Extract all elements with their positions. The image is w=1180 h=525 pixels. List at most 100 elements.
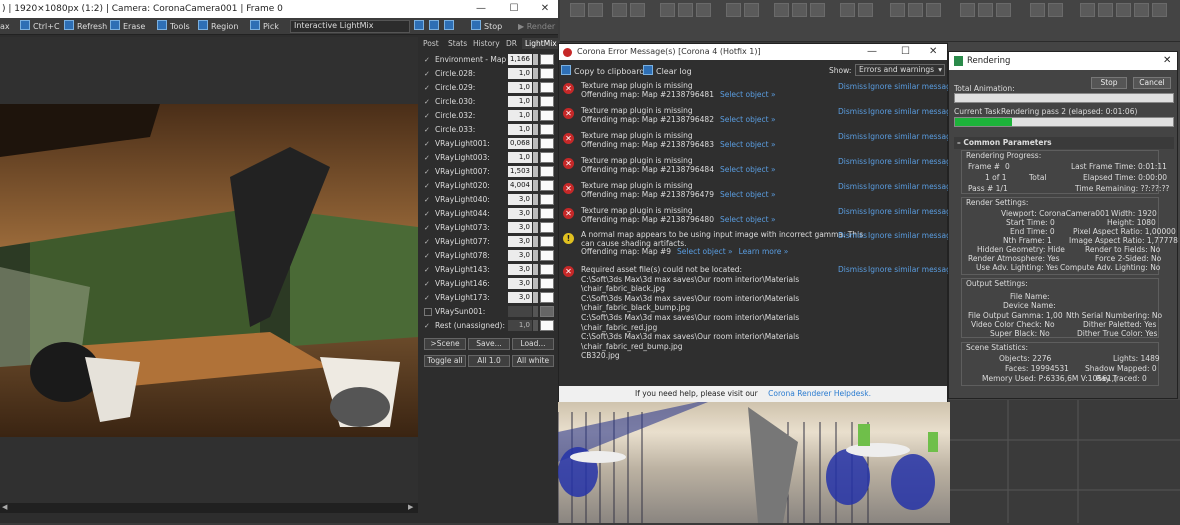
spinner-icon[interactable]: [533, 208, 538, 219]
toolbar-icon[interactable]: [978, 3, 993, 17]
lightmix-value[interactable]: 1,0: [508, 68, 532, 79]
tab-stats[interactable]: Stats: [448, 38, 467, 49]
ignore-similar-link[interactable]: Ignore similar messages: [868, 107, 959, 116]
spinner-icon[interactable]: [533, 320, 538, 331]
minimize-icon[interactable]: —: [867, 44, 877, 60]
color-swatch[interactable]: [540, 180, 554, 191]
maximize-icon[interactable]: ☐: [499, 0, 529, 18]
spinner-icon[interactable]: [533, 292, 538, 303]
toolbar-icon[interactable]: [660, 3, 675, 17]
toolbar-icon[interactable]: [1152, 3, 1167, 17]
color-swatch[interactable]: [540, 292, 554, 303]
dismiss-link[interactable]: Dismiss: [838, 132, 867, 141]
lightmix-value[interactable]: 1,0: [508, 96, 532, 107]
lightmix-value[interactable]: 1,166: [508, 54, 532, 65]
spinner-icon[interactable]: [533, 68, 538, 79]
spinner-icon[interactable]: [533, 166, 538, 177]
toolbar-icon[interactable]: [1030, 3, 1045, 17]
toolbar-icon[interactable]: [774, 3, 789, 17]
spinner-icon[interactable]: [533, 152, 538, 163]
lightmix-checkbox[interactable]: ✓: [424, 70, 432, 78]
lightmix-value[interactable]: 0,068: [508, 138, 532, 149]
tab-history[interactable]: History: [473, 38, 500, 49]
select-object-link[interactable]: Select object »: [720, 190, 776, 199]
lightmix-checkbox[interactable]: ✓: [424, 98, 432, 106]
lightmix-value[interactable]: 1,0: [508, 82, 532, 93]
toolbar-icon[interactable]: [744, 3, 759, 17]
color-swatch[interactable]: [540, 166, 554, 177]
color-swatch[interactable]: [540, 82, 554, 93]
lightmix-checkbox[interactable]: ✓: [424, 322, 432, 330]
dismiss-link[interactable]: Dismiss: [838, 182, 867, 191]
color-swatch[interactable]: [540, 222, 554, 233]
lightmix-value[interactable]: [508, 306, 532, 317]
color-swatch[interactable]: [540, 152, 554, 163]
toolbar-icon[interactable]: [726, 3, 741, 17]
horizontal-scrollbar[interactable]: ◀ ▶: [0, 503, 418, 513]
pick-button[interactable]: Pick: [250, 20, 279, 33]
spinner-icon[interactable]: [533, 138, 538, 149]
lightmix-value[interactable]: 3,0: [508, 194, 532, 205]
lightmix-value[interactable]: 1,0: [508, 320, 532, 331]
zoom-fit-button[interactable]: [444, 20, 457, 33]
lightmix-checkbox[interactable]: ✓: [424, 294, 432, 302]
ignore-similar-link[interactable]: Ignore similar messages: [868, 207, 959, 216]
scroll-left-icon[interactable]: ◀: [2, 503, 7, 511]
all-white-button[interactable]: All white: [512, 355, 554, 367]
lightmix-checkbox[interactable]: ✓: [424, 168, 432, 176]
color-swatch[interactable]: [540, 96, 554, 107]
spinner-icon[interactable]: [533, 180, 538, 191]
select-object-link[interactable]: Select object »: [720, 90, 776, 99]
viewport-right[interactable]: [948, 400, 1180, 523]
lightmix-value[interactable]: 1,0: [508, 152, 532, 163]
lightmix-value[interactable]: 3,0: [508, 292, 532, 303]
spinner-icon[interactable]: [533, 250, 538, 261]
stop-button[interactable]: Stop: [1091, 77, 1127, 89]
spinner-icon[interactable]: [533, 124, 538, 135]
lightmix-checkbox[interactable]: ✓: [424, 154, 432, 162]
refresh-button[interactable]: Refresh: [64, 20, 107, 33]
dismiss-link[interactable]: Dismiss: [838, 82, 867, 91]
toolbar-icon[interactable]: [840, 3, 855, 17]
color-swatch[interactable]: [540, 264, 554, 275]
learn-more-link[interactable]: Learn more »: [739, 247, 789, 256]
select-object-link[interactable]: Select object »: [720, 215, 776, 224]
maximize-icon[interactable]: ☐: [901, 44, 910, 60]
lightmix-checkbox[interactable]: ✓: [424, 224, 432, 232]
clear-log-button[interactable]: Clear log: [643, 65, 692, 76]
spinner-icon[interactable]: [533, 278, 538, 289]
lightmix-checkbox[interactable]: ✓: [424, 280, 432, 288]
minimize-icon[interactable]: —: [466, 0, 496, 18]
lightmix-value[interactable]: 3,0: [508, 250, 532, 261]
ignore-similar-link[interactable]: Ignore similar messages: [868, 82, 959, 91]
ignore-similar-link[interactable]: Ignore similar messages: [868, 132, 959, 141]
toolbar-icon[interactable]: [996, 3, 1011, 17]
region-button[interactable]: Region: [198, 20, 238, 33]
toolbar-icon[interactable]: [678, 3, 693, 17]
lightmix-checkbox[interactable]: ✓: [424, 56, 432, 64]
lightmix-value[interactable]: 1,0: [508, 110, 532, 121]
erase-button[interactable]: Erase: [110, 20, 145, 33]
color-swatch[interactable]: [540, 138, 554, 149]
ignore-similar-link[interactable]: Ignore similar messages: [868, 265, 959, 274]
scroll-right-icon[interactable]: ▶: [408, 503, 413, 511]
tab-post[interactable]: Post: [423, 38, 439, 49]
toolbar-icon[interactable]: [1134, 3, 1149, 17]
color-swatch[interactable]: [540, 54, 554, 65]
toolbar-icon[interactable]: [858, 3, 873, 17]
spinner-icon[interactable]: [533, 222, 538, 233]
zoom-out-button[interactable]: [429, 20, 442, 33]
toolbar-icon[interactable]: [696, 3, 711, 17]
lightmix-checkbox[interactable]: ✓: [424, 140, 432, 148]
color-swatch[interactable]: [540, 110, 554, 121]
viewport-perspective[interactable]: [558, 402, 950, 523]
helpdesk-link[interactable]: Corona Renderer Helpdesk.: [768, 389, 871, 398]
toolbar-icon[interactable]: [926, 3, 941, 17]
lightmix-checkbox[interactable]: ✓: [424, 266, 432, 274]
toggle-all-button[interactable]: Toggle all: [424, 355, 466, 367]
zoom-in-button[interactable]: [414, 20, 427, 33]
select-object-link[interactable]: Select object »: [720, 140, 776, 149]
tools-button[interactable]: Tools: [157, 20, 190, 33]
toolbar-icon[interactable]: [1080, 3, 1095, 17]
color-swatch[interactable]: [540, 278, 554, 289]
